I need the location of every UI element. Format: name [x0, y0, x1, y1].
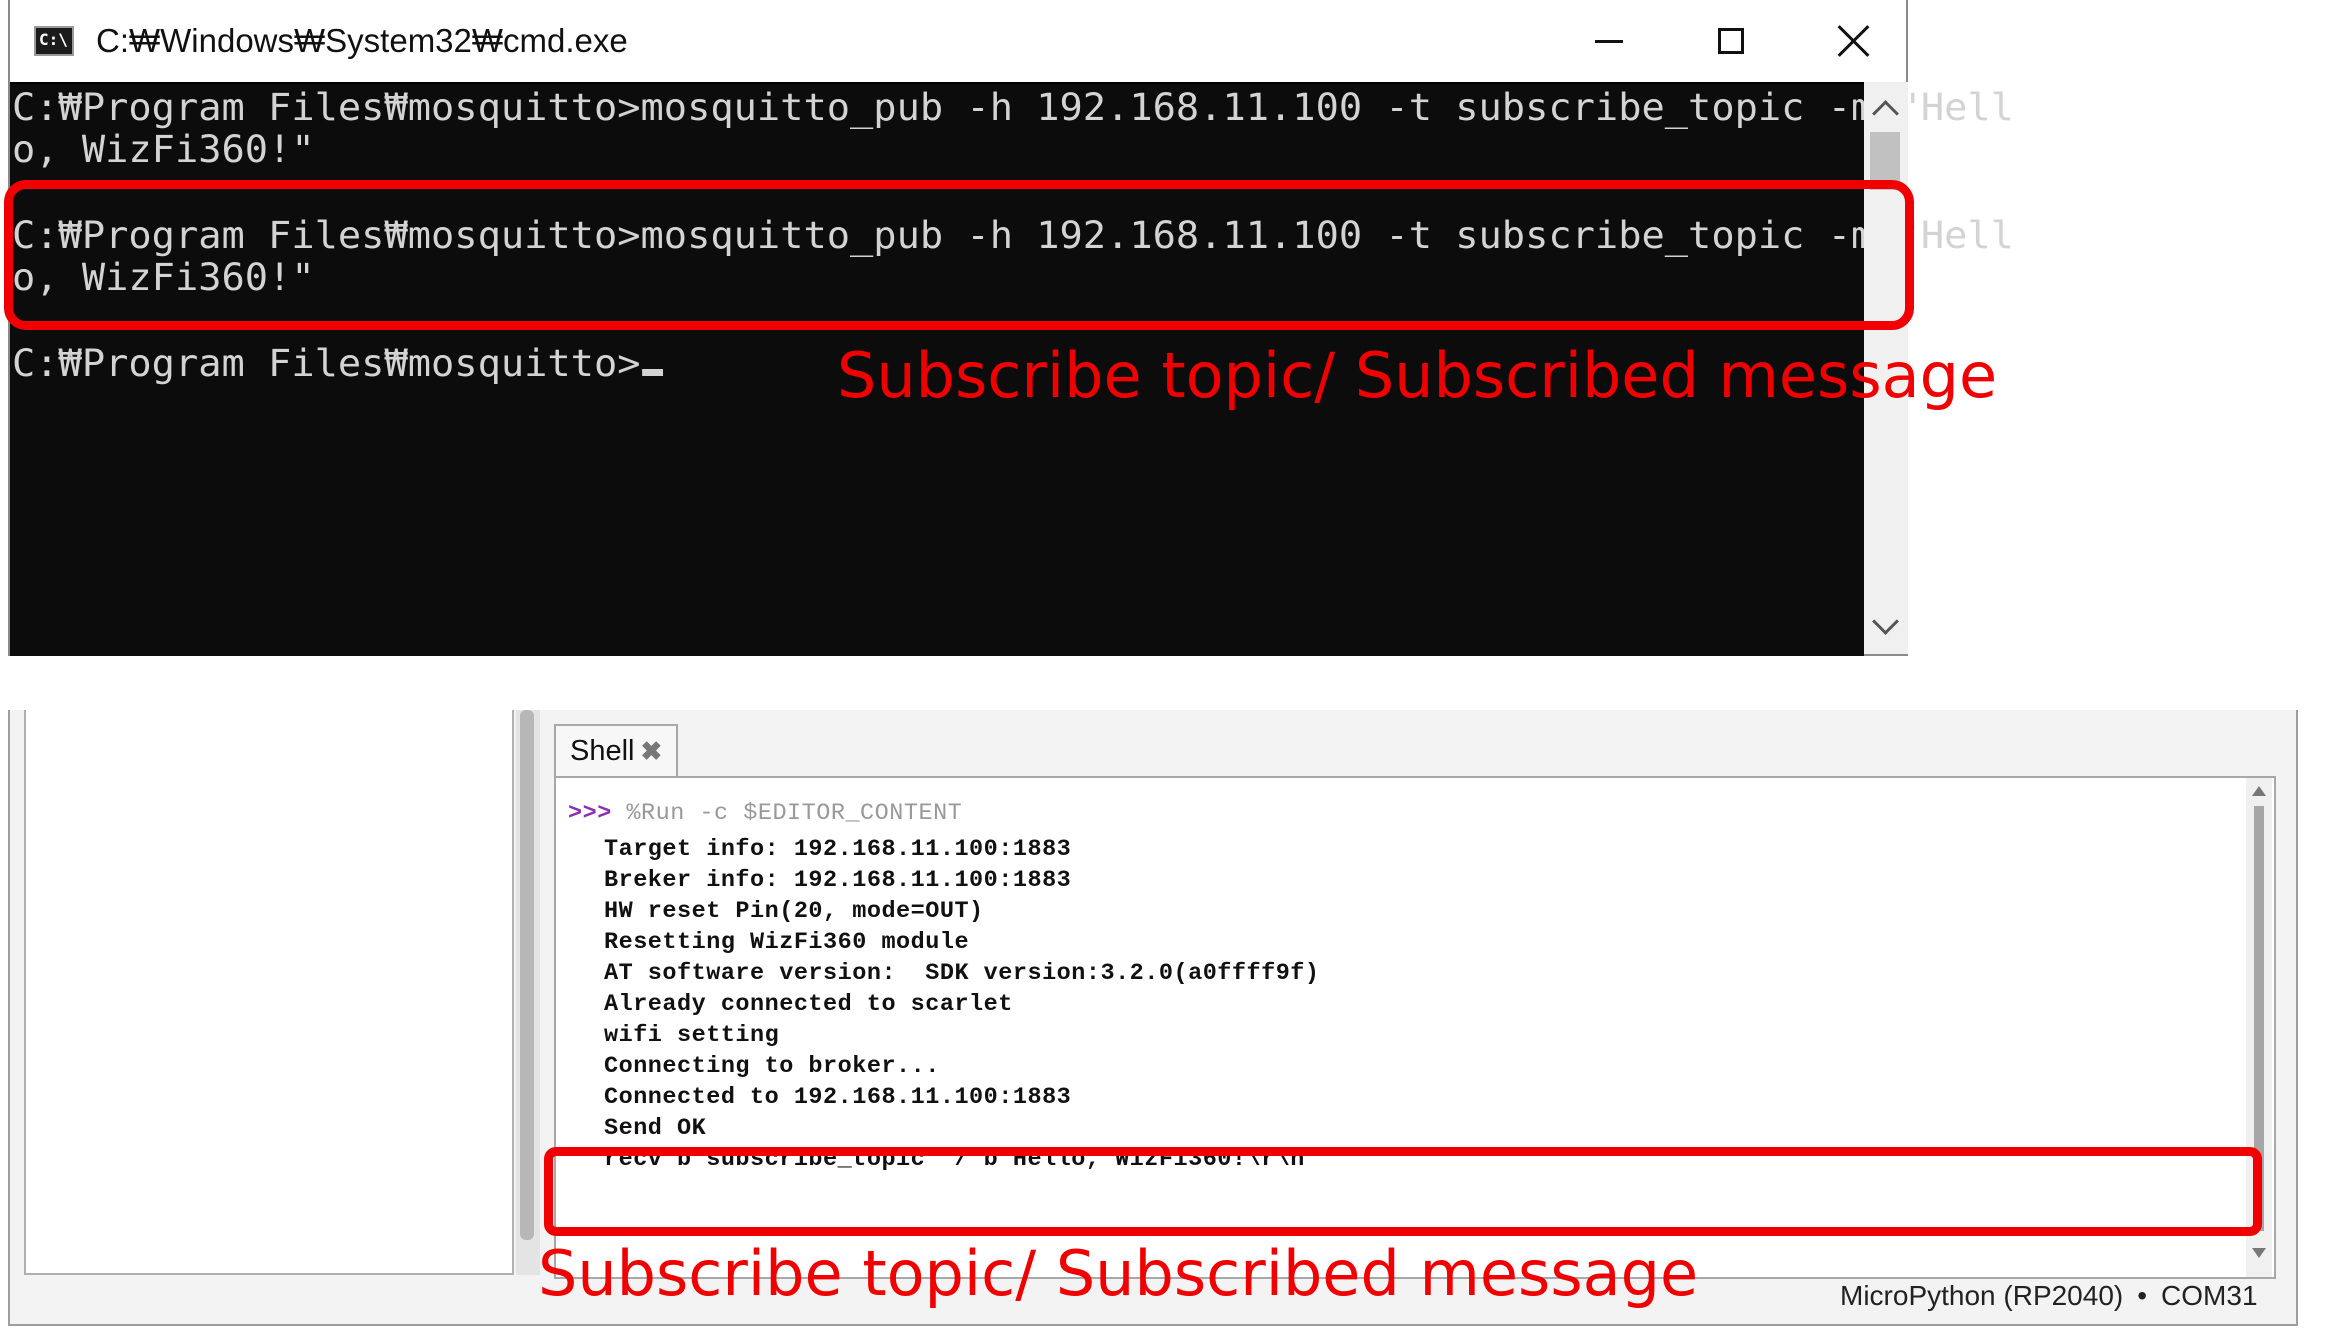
annotation-label: Subscribe topic/ Subscribed message: [538, 1237, 1699, 1310]
files-panel-scrollbar[interactable]: [516, 710, 540, 1275]
shell-output-line: Connected to 192.168.11.100:1883: [604, 1084, 1072, 1111]
shell-output-line: Already connected to scarlet: [604, 991, 1013, 1018]
shell-output-line: Connecting to broker...: [604, 1053, 940, 1080]
close-icon: [1836, 24, 1870, 58]
close-button[interactable]: [1792, 0, 1914, 82]
minimize-icon: [1595, 39, 1623, 43]
status-bar[interactable]: MicroPython (RP2040) • COM31: [1840, 1276, 2258, 1316]
annotation-label: Subscribe topic/ Subscribed message: [837, 339, 1998, 412]
console-line: o, WizFi360!": [12, 128, 315, 171]
interpreter-label[interactable]: MicroPython (RP2040): [1840, 1280, 2123, 1311]
files-panel[interactable]: [24, 710, 514, 1275]
scroll-up-icon[interactable]: [2252, 786, 2266, 796]
maximize-icon: [1718, 28, 1744, 54]
cmd-titlebar[interactable]: C:\ C:₩Windows₩System32₩cmd.exe: [10, 0, 1906, 82]
text-cursor: [642, 369, 664, 376]
shell-output-line: AT software version: SDK version:3.2.0(a…: [604, 960, 1320, 987]
shell-output-line: Target info: 192.168.11.100:1883: [604, 836, 1072, 863]
shell-output-line: HW reset Pin(20, mode=OUT): [604, 898, 984, 925]
scroll-up-icon[interactable]: [1872, 100, 1899, 127]
minimize-button[interactable]: [1548, 0, 1670, 82]
console-prompt: C:₩Program Files₩mosquitto>: [12, 342, 641, 385]
shell-output-line: Resetting WizFi360 module: [604, 929, 970, 956]
tab-shell[interactable]: Shell ✖: [554, 724, 678, 776]
shell-prompt-arrows: >>>: [568, 800, 612, 827]
status-separator: •: [2137, 1280, 2148, 1311]
annotation-highlight-box: [544, 1147, 2262, 1236]
scroll-down-icon[interactable]: [1872, 608, 1899, 635]
cmd-app-icon: C:\: [34, 26, 74, 56]
maximize-button[interactable]: [1670, 0, 1792, 82]
window-title: C:₩Windows₩System32₩cmd.exe: [96, 22, 628, 59]
console-prompt-line: C:₩Program Files₩mosquitto>: [12, 342, 664, 386]
scrollbar-thumb[interactable]: [520, 710, 534, 1240]
annotation-highlight-box: [4, 180, 1914, 330]
tab-label: Shell: [570, 734, 635, 767]
port-label[interactable]: COM31: [2161, 1280, 2257, 1311]
shell-output-line: Breker info: 192.168.11.100:1883: [604, 867, 1072, 894]
shell-prompt-line: >>> %Run -c $EDITOR_CONTENT: [568, 798, 962, 829]
scroll-down-icon[interactable]: [2252, 1248, 2266, 1258]
shell-command: %Run -c $EDITOR_CONTENT: [611, 800, 963, 827]
shell-output-line: Send OK: [604, 1115, 707, 1142]
tab-close-icon[interactable]: ✖: [641, 738, 663, 764]
shell-output-line: wifi setting: [604, 1022, 780, 1049]
cmd-app-icon-label: C:\: [39, 30, 68, 49]
console-line: C:₩Program Files₩mosquitto>mosquitto_pub…: [12, 86, 2014, 129]
